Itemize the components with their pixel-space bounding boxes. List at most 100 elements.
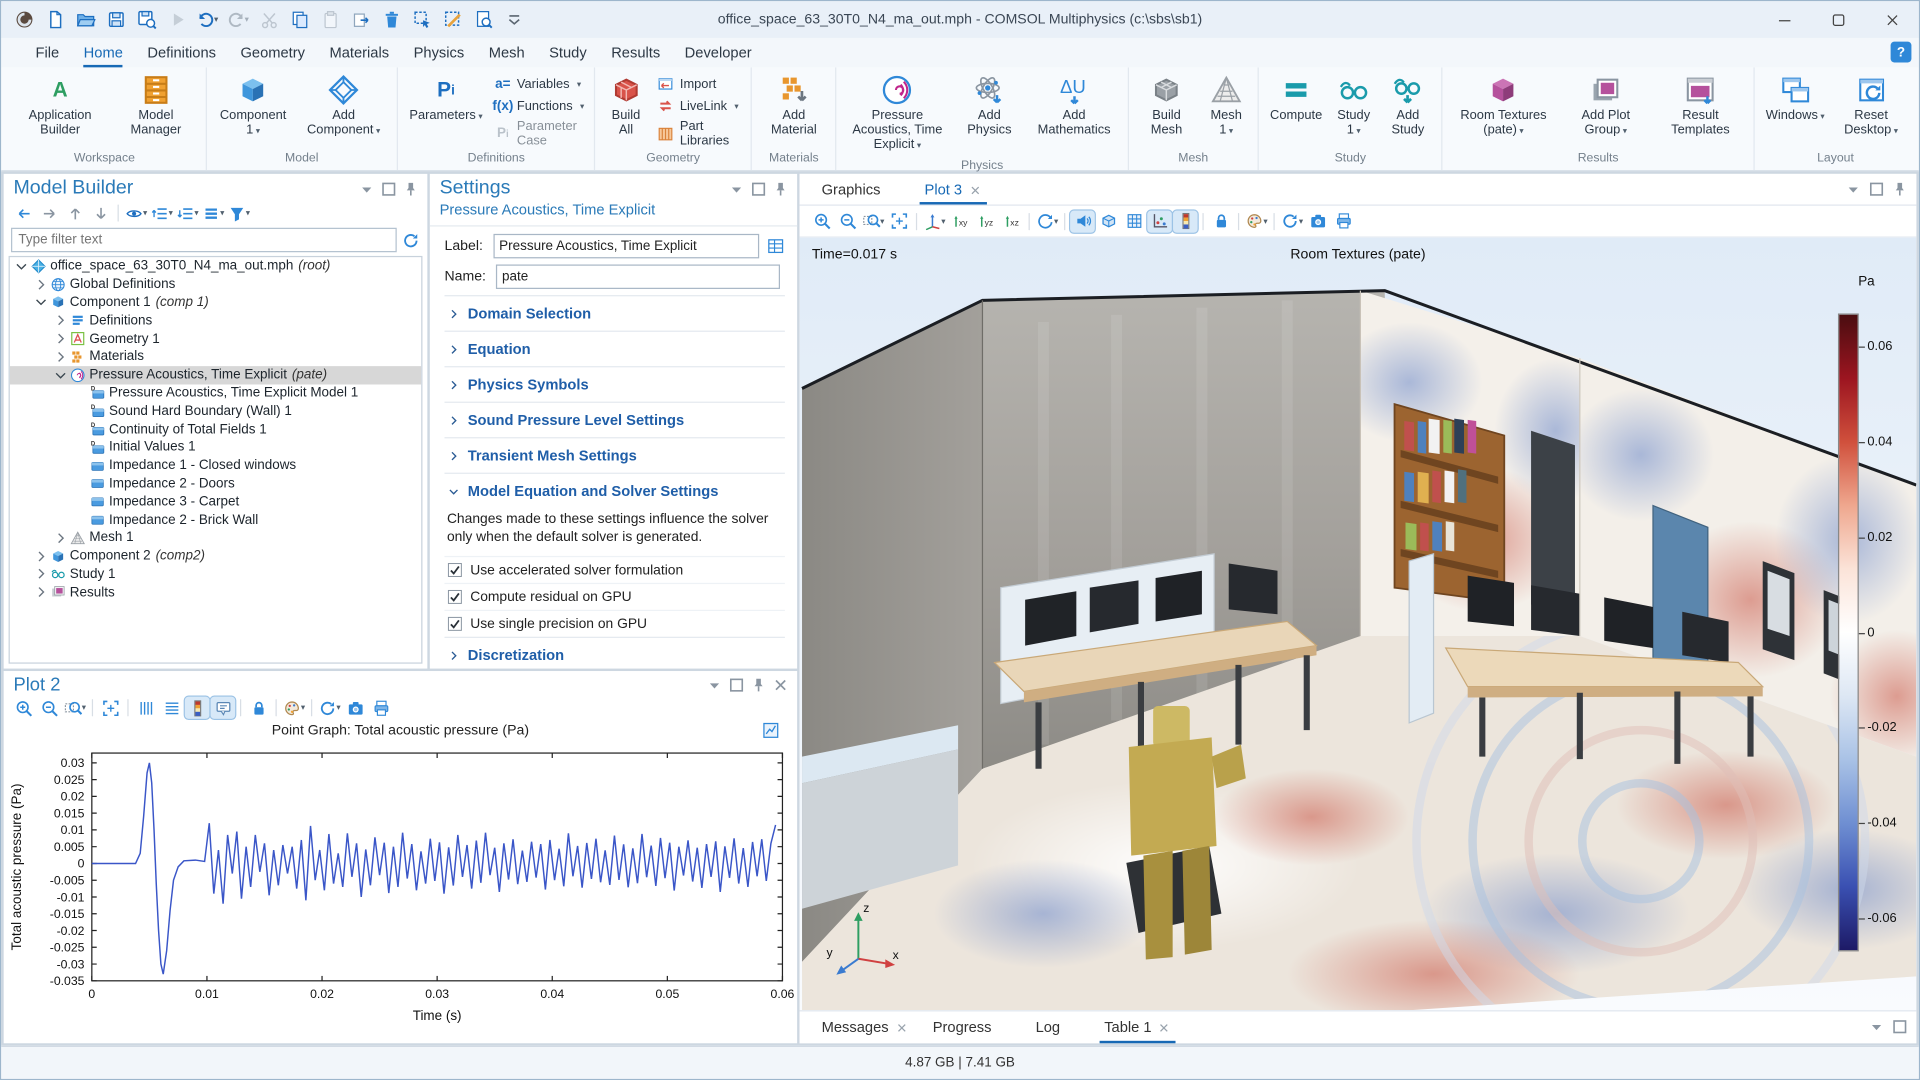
view-yz-button[interactable]: yz — [973, 210, 997, 232]
lock-view-button[interactable] — [1209, 210, 1233, 232]
default-view-button[interactable]: ▾ — [922, 210, 946, 232]
help-button[interactable]: ? — [1890, 41, 1912, 63]
open-file-button[interactable] — [70, 5, 99, 34]
undo-button[interactable]: ▾ — [192, 5, 221, 34]
sep[interactable] — [915, 212, 918, 230]
application-builder-button[interactable]: A Application Builder — [10, 71, 111, 141]
tree-item[interactable]: Impedance 2 - Brick Wall — [10, 511, 421, 529]
part-libraries-button[interactable]: Part Libraries — [653, 119, 745, 148]
cut-button[interactable] — [253, 5, 282, 34]
refresh-icon[interactable] — [402, 231, 420, 249]
checkbox-checked-icon[interactable] — [447, 616, 463, 632]
minimize-button[interactable] — [1757, 1, 1811, 38]
tree-item[interactable]: Impedance 3 - Carpet — [10, 493, 421, 511]
tab-close-icon[interactable] — [1066, 1021, 1079, 1034]
tree-chevron-icon[interactable] — [13, 258, 29, 274]
tree-chevron-icon[interactable] — [53, 367, 69, 383]
point-graph-chart[interactable]: 0.03 0.025 0.02 0.015 0.01 0.005 0 -0.005 -0.01 -… — [4, 738, 797, 1043]
add-material-button[interactable]: Add Material — [758, 71, 829, 141]
import-button[interactable]: Import — [653, 75, 745, 93]
menu-geometry[interactable]: Geometry — [228, 40, 317, 67]
y-grid-button[interactable] — [159, 697, 183, 719]
filter-button[interactable]: ▾ — [227, 202, 251, 224]
tab-close-icon[interactable] — [968, 183, 981, 196]
x-grid-button[interactable] — [133, 697, 157, 719]
zoom-box-button[interactable]: ▾ — [861, 210, 885, 232]
panel-pin-button[interactable] — [771, 179, 789, 197]
panel-pin-button[interactable] — [1891, 180, 1909, 198]
maximize-button[interactable] — [1811, 1, 1865, 38]
tab-progress[interactable]: Progress — [920, 1014, 1023, 1043]
sep[interactable] — [1064, 212, 1066, 230]
add-physics-button[interactable]: Add Physics — [954, 71, 1024, 141]
zoom-extents-button[interactable] — [98, 697, 122, 719]
tree-chevron-icon[interactable] — [33, 276, 49, 292]
model-tree-nodes-button[interactable]: ▾ — [201, 202, 225, 224]
tree-item[interactable]: Results — [10, 583, 421, 601]
menu-file[interactable]: File — [23, 40, 71, 67]
tree-chevron-icon[interactable] — [72, 512, 88, 528]
label-input[interactable] — [493, 233, 760, 259]
checkbox-row[interactable]: Use single precision on GPU — [444, 610, 785, 637]
settings-section-header[interactable]: Equation — [444, 330, 785, 367]
plot-refresh-button[interactable]: ▾ — [317, 697, 341, 719]
find-button[interactable] — [468, 5, 497, 34]
build-all-button[interactable]: Build All — [601, 71, 650, 141]
zoom-out-button[interactable] — [37, 697, 61, 719]
panel-menu-button[interactable] — [727, 179, 745, 197]
sep[interactable] — [1028, 212, 1030, 230]
compute-button[interactable]: Compute — [1265, 71, 1327, 126]
collapse-all-button[interactable]: ▾ — [175, 202, 199, 224]
menu-study[interactable]: Study — [537, 40, 599, 67]
zoom-out-button[interactable] — [835, 210, 859, 232]
panel-menu-button[interactable] — [705, 676, 723, 694]
save-button[interactable] — [100, 5, 129, 34]
tree-chevron-icon[interactable] — [72, 385, 88, 401]
rename-table-icon[interactable] — [767, 236, 785, 256]
study-1-button[interactable]: Study 1 ▾ — [1330, 71, 1378, 141]
clear-selection-button[interactable] — [437, 5, 466, 34]
expand-all-button[interactable]: ▾ — [149, 202, 173, 224]
livelink-button[interactable]: LiveLink ▾ — [653, 97, 745, 115]
snapshot-button[interactable] — [343, 697, 367, 719]
panel-pin-button[interactable] — [749, 676, 767, 694]
tree-chevron-icon[interactable] — [33, 294, 49, 310]
tree-chevron-icon[interactable] — [72, 421, 88, 437]
menu-developer[interactable]: Developer — [672, 40, 763, 67]
pressure-acoustics-button[interactable]: Pressure Acoustics, Time Explicit ▾ — [843, 71, 952, 155]
room-acoustics-3d-scene[interactable] — [799, 237, 1917, 1011]
add-plot-group-button[interactable]: Add Plot Group ▾ — [1560, 71, 1651, 141]
tree-chevron-icon[interactable] — [53, 349, 69, 365]
checkbox-checked-icon[interactable] — [447, 562, 463, 578]
reset-desktop-button[interactable]: Reset Desktop ▾ — [1832, 71, 1910, 141]
tree-item[interactable]: Materials — [10, 348, 421, 366]
tree-item[interactable]: Definitions — [10, 311, 421, 329]
tab-close-icon[interactable] — [998, 1021, 1011, 1034]
zoom-in-button[interactable] — [809, 210, 833, 232]
color-legend-button[interactable] — [1171, 208, 1199, 234]
sound-button[interactable] — [1068, 208, 1096, 234]
tree-item[interactable]: Component 1 (comp 1) — [10, 293, 421, 311]
settings-section-header[interactable]: Domain Selection — [444, 295, 785, 331]
print-button[interactable] — [1331, 210, 1355, 232]
sep[interactable] — [311, 699, 313, 717]
tree-item[interactable]: Pressure Acoustics, Time Explicit (pate) — [9, 365, 422, 384]
zoom-in-button[interactable] — [11, 697, 35, 719]
tab-graphics[interactable]: Graphics — [809, 176, 912, 204]
settings-section-header[interactable]: Sound Pressure Level Settings — [444, 401, 785, 438]
build-mesh-button[interactable]: Build Mesh — [1135, 71, 1198, 141]
tree-chevron-icon[interactable] — [53, 313, 69, 329]
tab-messages[interactable]: Messages — [809, 1014, 920, 1043]
sep[interactable] — [1273, 212, 1275, 230]
settings-section-header[interactable]: Discretization — [444, 637, 785, 668]
transparency-button[interactable] — [1096, 210, 1120, 232]
tab-close-icon[interactable] — [887, 183, 900, 196]
tree-chevron-icon[interactable] — [53, 530, 69, 546]
tree-item[interactable]: Impedance 1 - Closed windows — [10, 456, 421, 474]
tree-chevron-icon[interactable] — [53, 331, 69, 347]
add-study-button[interactable]: Add Study — [1380, 71, 1435, 141]
tab-table-1[interactable]: Table 1 — [1092, 1014, 1183, 1044]
result-templates-button[interactable]: Result Templates — [1654, 71, 1748, 141]
customize-toolbar-button[interactable] — [498, 5, 527, 34]
checkbox-row[interactable]: Compute residual on GPU — [444, 583, 785, 610]
